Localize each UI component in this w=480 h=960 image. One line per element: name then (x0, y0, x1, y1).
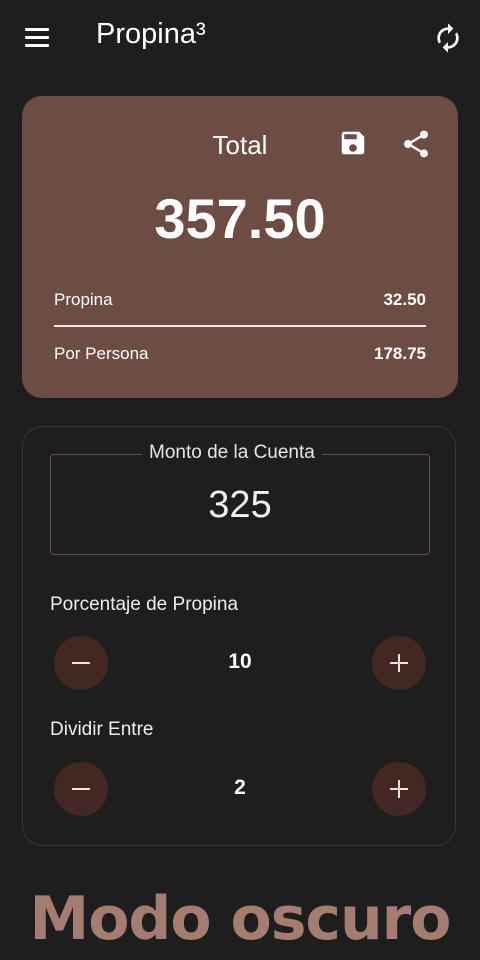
tip-label: Propina (54, 290, 113, 309)
tip-value: 32.50 (383, 290, 426, 309)
bill-amount-value[interactable]: 325 (50, 484, 430, 527)
tip-percent-decrement-button[interactable] (54, 636, 108, 690)
app-bar: Propina³ (0, 0, 480, 76)
refresh-icon[interactable] (432, 22, 464, 54)
split-decrement-button[interactable] (54, 762, 108, 816)
dark-mode-caption: Modo oscuro (29, 884, 451, 954)
minus-icon (72, 662, 90, 664)
bill-amount-label: Monto de la Cuenta (142, 442, 322, 464)
plus-icon (390, 654, 408, 672)
split-label: Dividir Entre (50, 719, 154, 740)
per-person-value: 178.75 (374, 344, 426, 363)
tip-percent-label: Porcentaje de Propina (50, 594, 239, 615)
share-icon[interactable] (400, 128, 432, 160)
split-value: 2 (234, 776, 246, 799)
total-amount: 357.50 (154, 187, 326, 250)
per-person-label: Por Persona (54, 344, 149, 363)
split-increment-button[interactable] (372, 762, 426, 816)
app-title: Propina³ (96, 18, 206, 50)
save-icon[interactable] (338, 128, 368, 160)
tip-percent-value: 10 (228, 650, 252, 673)
plus-icon (390, 780, 408, 798)
minus-icon (72, 788, 90, 790)
total-label: Total (212, 130, 268, 160)
tip-percent-increment-button[interactable] (372, 636, 426, 690)
summary-divider (54, 325, 426, 327)
menu-icon[interactable] (22, 26, 52, 50)
